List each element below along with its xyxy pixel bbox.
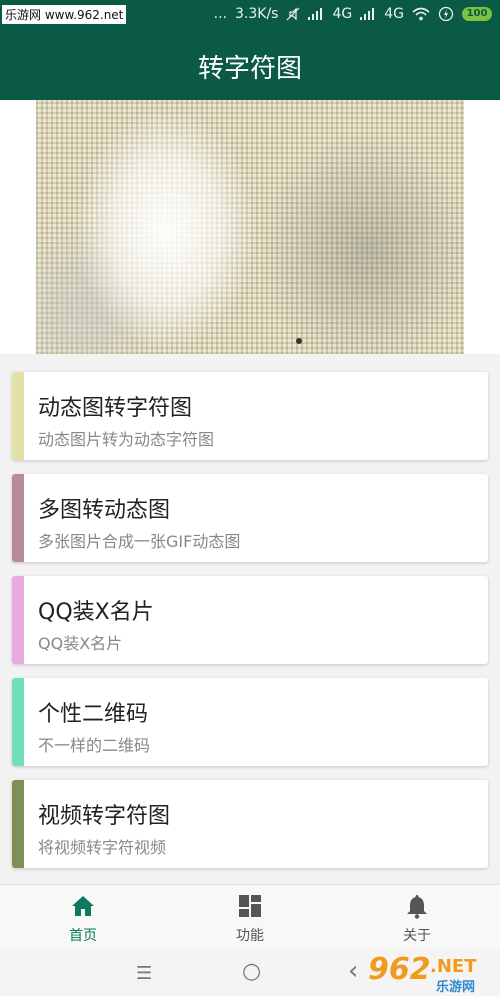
battery-icon: 100 — [462, 7, 492, 21]
watermark-label: 乐游网 www.962.net — [2, 5, 127, 24]
card-subtitle: 将视频转字符视频 — [38, 838, 167, 857]
nav-label-about: 关于 — [403, 928, 431, 944]
logo-number: 962 — [368, 952, 431, 987]
nav-item-about[interactable]: 关于 — [334, 885, 500, 949]
network-type-2: 4G — [384, 6, 404, 22]
home-button-icon[interactable]: ○ — [242, 959, 261, 984]
menu-card-qq-card[interactable]: QQ装X名片 QQ装X名片 — [12, 576, 488, 664]
grid-icon — [239, 895, 261, 917]
home-icon — [72, 896, 94, 916]
card-title: QQ装X名片 — [38, 600, 154, 625]
menu-card-images-to-gif[interactable]: 多图转动态图 多张图片合成一张GIF动态图 — [12, 474, 488, 562]
banner — [0, 100, 500, 354]
nav-item-home[interactable]: 首页 — [0, 885, 166, 949]
card-subtitle: 多张图片合成一张GIF动态图 — [38, 532, 241, 551]
card-accent-bar — [12, 372, 24, 460]
card-subtitle: QQ装X名片 — [38, 634, 123, 653]
nav-label-home: 首页 — [69, 928, 97, 944]
logo-suffix: .NET — [430, 956, 477, 977]
menu-card-qr-code[interactable]: 个性二维码 不一样的二维码 — [12, 678, 488, 766]
signal-icon-2 — [360, 8, 375, 20]
status-bar: 乐游网 www.962.net ... 3.3K/s 4G 4G 100 — [0, 0, 500, 30]
menu-card-gif-to-ascii[interactable]: 动态图转字符图 动态图片转为动态字符图 — [12, 372, 488, 460]
site-logo: 962 .NET 乐游网 — [366, 952, 496, 995]
signal-icon — [308, 8, 323, 20]
network-type-1: 4G — [332, 6, 353, 22]
card-subtitle: 动态图片转为动态字符图 — [38, 430, 215, 449]
card-title: 个性二维码 — [38, 702, 149, 727]
menu-icon[interactable]: ☰ — [136, 963, 152, 984]
logo-subtitle: 乐游网 — [436, 980, 476, 995]
card-title: 多图转动态图 — [38, 498, 171, 523]
page-title: 转字符图 — [197, 54, 302, 84]
system-nav-bar: ☰ ○ ‹ 962 .NET 乐游网 — [0, 950, 500, 996]
back-icon[interactable]: ‹ — [348, 956, 358, 986]
menu-card-video-to-ascii[interactable]: 视频转字符图 将视频转字符视频 — [12, 780, 488, 868]
card-subtitle: 不一样的二维码 — [38, 736, 151, 755]
app-bar: 转字符图 — [0, 30, 500, 100]
bell-icon — [407, 895, 427, 919]
power-saving-icon — [438, 6, 454, 22]
ascii-art-image — [36, 100, 464, 354]
network-speed: 3.3K/s — [235, 6, 279, 22]
card-title: 视频转字符图 — [38, 804, 171, 829]
card-accent-bar — [12, 576, 24, 664]
card-accent-bar — [12, 678, 24, 766]
wifi-icon — [412, 7, 430, 21]
ascii-art-dot — [296, 338, 302, 344]
card-accent-bar — [12, 474, 24, 562]
card-title: 动态图转字符图 — [38, 396, 193, 421]
status-icons: ... 3.3K/s 4G 4G 100 — [214, 6, 492, 22]
bottom-nav: 首页 功能 关于 — [0, 884, 500, 949]
card-accent-bar — [12, 780, 24, 868]
nav-label-features: 功能 — [236, 928, 264, 944]
notification-dots: ... — [213, 6, 227, 22]
mute-icon — [287, 7, 300, 21]
nav-item-features[interactable]: 功能 — [167, 885, 333, 949]
